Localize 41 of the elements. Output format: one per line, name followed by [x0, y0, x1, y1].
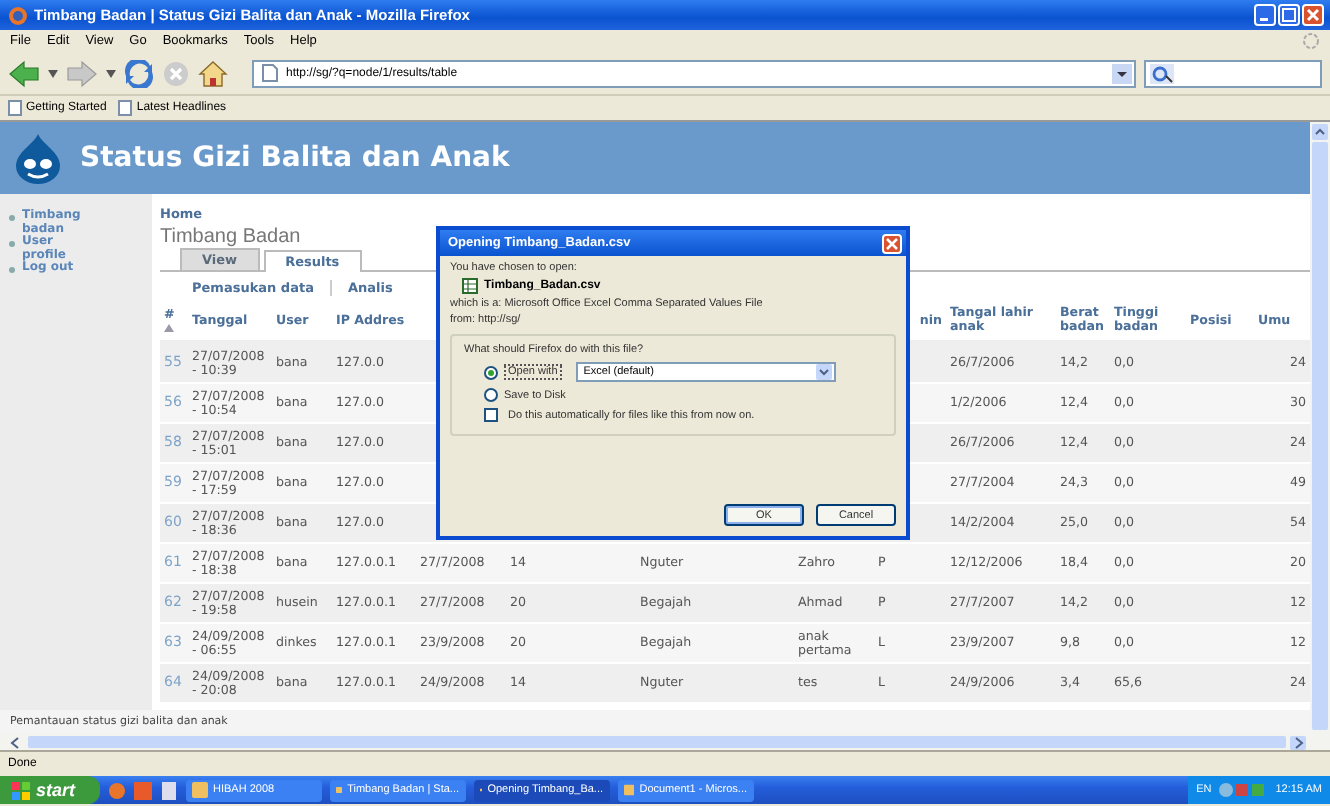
- radio-button[interactable]: [484, 388, 498, 402]
- scroll-up-icon[interactable]: [1312, 124, 1328, 140]
- page-title: Timbang Badan: [160, 226, 301, 248]
- start-button[interactable]: start: [0, 776, 100, 804]
- spreadsheet-file-icon: [462, 278, 478, 294]
- page-icon: [8, 100, 22, 116]
- bullet-icon: [8, 240, 16, 248]
- checkbox[interactable]: [484, 408, 498, 422]
- throbber-icon: [1302, 32, 1320, 50]
- close-icon: [886, 237, 898, 249]
- close-button[interactable]: [1302, 4, 1324, 26]
- horizontal-scrollbar[interactable]: [0, 734, 1330, 750]
- globe-icon: [8, 5, 28, 25]
- sort-triangle-icon[interactable]: [164, 324, 174, 332]
- windows-flag-icon: [12, 781, 30, 799]
- search-engine-icon[interactable]: [1150, 63, 1174, 83]
- document-icon[interactable]: [159, 781, 178, 799]
- dropdown-arrow-icon: [815, 364, 832, 380]
- scroll-left-icon[interactable]: [8, 735, 24, 749]
- bullet-icon: [8, 266, 16, 274]
- close-button[interactable]: [882, 233, 902, 253]
- dropdown-arrow-icon[interactable]: [48, 69, 58, 77]
- scroll-right-icon[interactable]: [1290, 735, 1306, 749]
- vertical-scrollbar[interactable]: [1310, 122, 1330, 734]
- maximize-icon: [1282, 8, 1296, 22]
- radio-button[interactable]: [484, 365, 498, 379]
- close-icon: [1306, 8, 1320, 22]
- reload-icon[interactable]: [124, 59, 154, 87]
- back-arrow-icon[interactable]: [8, 59, 40, 87]
- bullet-icon: [8, 214, 16, 222]
- page-icon: [262, 64, 278, 82]
- browser-icon[interactable]: [107, 781, 126, 799]
- site-title: Status Gizi Balita dan Anak: [80, 142, 510, 174]
- home-icon[interactable]: [198, 59, 228, 87]
- minimize-button[interactable]: [1254, 4, 1276, 26]
- maximize-button[interactable]: [1278, 4, 1300, 26]
- droplet-logo-icon: [14, 132, 62, 184]
- page-icon: [118, 100, 133, 116]
- search-field[interactable]: [1144, 59, 1322, 87]
- dropdown-arrow-icon[interactable]: [106, 69, 116, 77]
- tray-icons-drawing[interactable]: [1217, 782, 1270, 798]
